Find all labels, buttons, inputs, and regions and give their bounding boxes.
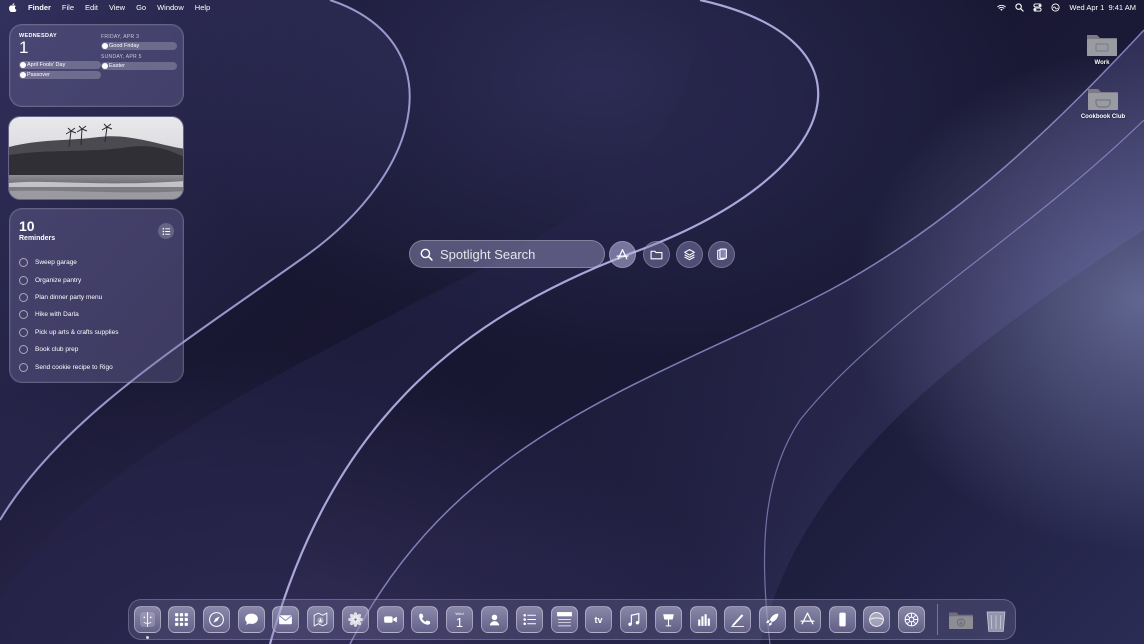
reminders-list-button[interactable] bbox=[158, 223, 174, 239]
menu-edit[interactable]: Edit bbox=[85, 3, 98, 12]
reminder-checkbox[interactable] bbox=[19, 327, 28, 337]
keynote-icon[interactable] bbox=[655, 606, 682, 633]
reminder-text: Pick up arts & crafts supplies bbox=[35, 328, 119, 336]
reminder-item[interactable]: Send cookie recipe to Rigo bbox=[19, 358, 174, 375]
tv-icon[interactable]: tv bbox=[585, 606, 612, 633]
reminder-text: Plan dinner party menu bbox=[35, 293, 103, 301]
reminder-text: Organize pantry bbox=[35, 276, 82, 284]
trash-icon[interactable] bbox=[982, 606, 1010, 633]
reminder-item[interactable]: Hike with Darla bbox=[19, 306, 174, 323]
safari-icon[interactable] bbox=[203, 606, 230, 633]
reminder-checkbox[interactable] bbox=[19, 292, 28, 302]
calendar-upcoming-heading: SUNDAY, APR 5 bbox=[101, 54, 142, 60]
actions-icon bbox=[684, 249, 695, 261]
reminders-count: 10 bbox=[19, 218, 35, 234]
finder-icon[interactable] bbox=[134, 606, 161, 633]
rocket-icon[interactable] bbox=[759, 606, 786, 633]
reminder-item[interactable]: Sweep garage bbox=[19, 254, 174, 271]
reminder-item[interactable]: Pick up arts & crafts supplies bbox=[19, 324, 174, 341]
menu-window[interactable]: Window bbox=[157, 3, 184, 12]
reminders-icon[interactable] bbox=[516, 606, 543, 633]
reminder-text: Sweep garage bbox=[35, 259, 77, 267]
files-icon bbox=[650, 250, 663, 260]
reminders-list: Sweep garage Organize pantry Plan dinner… bbox=[19, 254, 174, 376]
dock-running-indicator bbox=[146, 636, 149, 639]
reminder-checkbox[interactable] bbox=[19, 345, 28, 355]
reminder-text: Send cookie recipe to Rigo bbox=[35, 363, 113, 371]
spotlight-search-field[interactable]: Spotlight Search bbox=[409, 240, 605, 268]
calendar-event: Passover bbox=[19, 71, 101, 79]
dock-separator bbox=[937, 604, 938, 635]
clipboard-icon bbox=[717, 248, 727, 260]
phone-icon[interactable] bbox=[411, 606, 438, 633]
photo-widget[interactable] bbox=[8, 116, 184, 200]
wifi-icon[interactable] bbox=[997, 3, 1007, 12]
calendar-event: April Fools' Day bbox=[19, 61, 101, 69]
reminder-text: Hike with Darla bbox=[35, 311, 79, 319]
beach-photo bbox=[9, 117, 183, 199]
spotlight-placeholder[interactable]: Spotlight Search bbox=[440, 247, 535, 262]
settings-icon[interactable] bbox=[898, 606, 925, 633]
reminders-title: Reminders bbox=[19, 235, 56, 242]
list-icon bbox=[162, 227, 170, 235]
photos-icon[interactable] bbox=[342, 606, 369, 633]
menu-help[interactable]: Help bbox=[195, 3, 210, 12]
reminders-widget[interactable]: 10 Reminders Sweep garage Organize pantr… bbox=[9, 208, 184, 383]
search-icon bbox=[420, 248, 433, 261]
contacts-icon[interactable] bbox=[481, 606, 508, 633]
spotlight-files-button[interactable] bbox=[643, 241, 670, 268]
tv-label: tv bbox=[594, 614, 603, 625]
menu-app-name[interactable]: Finder bbox=[28, 3, 51, 12]
calendar-widget[interactable]: WEDNESDAY 1 April Fools' Day Passover FR… bbox=[9, 24, 184, 107]
reminder-checkbox[interactable] bbox=[19, 275, 28, 285]
pages-icon[interactable] bbox=[724, 606, 751, 633]
launchpad-icon[interactable] bbox=[168, 606, 195, 633]
downloads-folder-icon[interactable] bbox=[946, 606, 976, 633]
folder-label: Work bbox=[1094, 60, 1110, 66]
mail-icon[interactable] bbox=[272, 606, 299, 633]
iphone-mirroring-icon[interactable] bbox=[829, 606, 856, 633]
messages-icon[interactable] bbox=[238, 606, 265, 633]
reminder-checkbox[interactable] bbox=[19, 362, 28, 372]
numbers-icon[interactable] bbox=[690, 606, 717, 633]
desktop-folder-work[interactable]: Work bbox=[1072, 30, 1132, 66]
desktop-folder-cookbook-club[interactable]: Cookbook Club bbox=[1073, 84, 1133, 120]
calendar-event: Easter bbox=[101, 62, 177, 70]
music-icon[interactable] bbox=[620, 606, 647, 633]
menu-file[interactable]: File bbox=[62, 3, 74, 12]
menu-datetime[interactable]: Wed Apr 1 9:41 AM bbox=[1069, 3, 1136, 12]
calendar-icon[interactable]: Wed 1 bbox=[446, 606, 473, 633]
quicktime-icon[interactable] bbox=[863, 606, 890, 633]
facetime-icon[interactable] bbox=[377, 606, 404, 633]
folder-label: Cookbook Club bbox=[1080, 114, 1126, 120]
folder-icon bbox=[1088, 89, 1118, 110]
spotlight-applications-button[interactable] bbox=[609, 241, 636, 268]
folder-icon bbox=[1087, 35, 1117, 56]
menu-bar: Finder File Edit View Go Window Help Wed… bbox=[0, 0, 1144, 15]
search-icon[interactable] bbox=[1015, 3, 1025, 12]
applications-icon bbox=[616, 249, 629, 260]
menu-view[interactable]: View bbox=[109, 3, 125, 12]
apple-logo-icon[interactable] bbox=[8, 3, 17, 12]
spotlight-clipboard-button[interactable] bbox=[708, 241, 735, 268]
calendar-icon-day: 1 bbox=[455, 614, 464, 630]
maps-icon[interactable] bbox=[307, 606, 334, 633]
calendar-upcoming-heading: FRIDAY, APR 3 bbox=[101, 34, 140, 40]
reminder-text: Book club prep bbox=[35, 346, 79, 354]
menu-go[interactable]: Go bbox=[136, 3, 146, 12]
reminder-item[interactable]: Plan dinner party menu bbox=[19, 289, 174, 306]
calendar-day-number: 1 bbox=[19, 38, 29, 57]
app-store-icon[interactable] bbox=[794, 606, 821, 633]
calendar-event: Good Friday bbox=[101, 42, 177, 50]
reminder-checkbox[interactable] bbox=[19, 310, 28, 320]
reminder-item[interactable]: Organize pantry bbox=[19, 271, 174, 288]
notes-icon[interactable] bbox=[551, 606, 578, 633]
reminder-item[interactable]: Book club prep bbox=[19, 341, 174, 358]
reminder-checkbox[interactable] bbox=[19, 258, 28, 268]
spotlight-actions-button[interactable] bbox=[676, 241, 703, 268]
siri-icon[interactable] bbox=[1051, 3, 1060, 12]
control-center-icon[interactable] bbox=[1033, 3, 1042, 12]
